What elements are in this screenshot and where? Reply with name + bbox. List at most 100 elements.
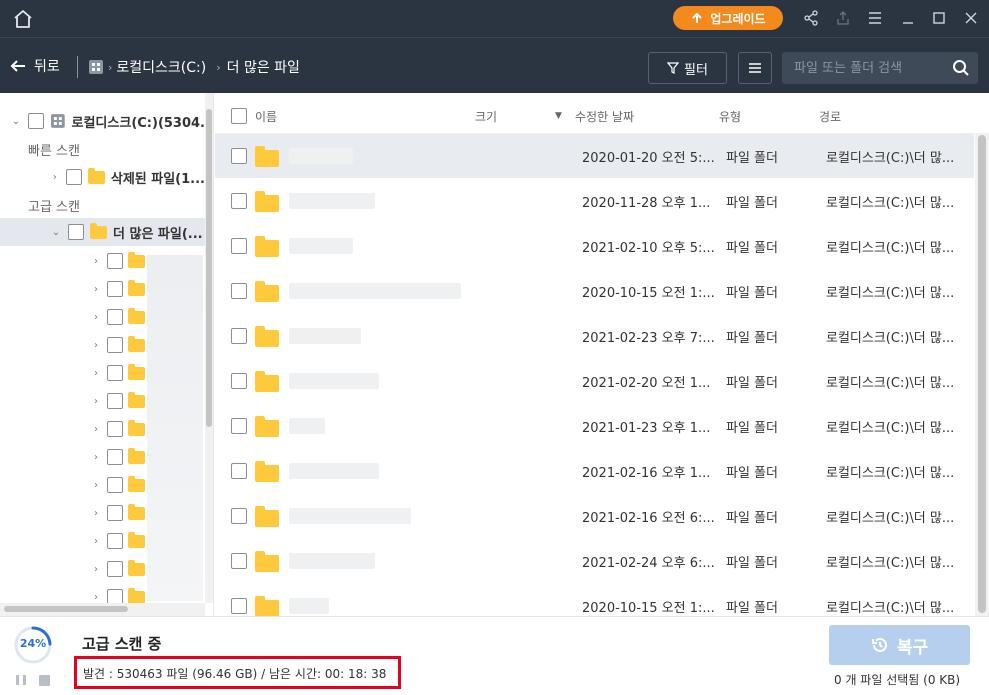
scrollbar-thumb[interactable] [978, 135, 986, 613]
row-checkbox[interactable] [231, 238, 247, 254]
chevron-right-icon[interactable]: › [90, 256, 102, 267]
chevron-right-icon[interactable]: › [90, 536, 102, 547]
chevron-right-icon[interactable]: › [90, 480, 102, 491]
scrollbar-thumb[interactable] [206, 109, 212, 427]
column-header-path[interactable]: 경로 [819, 108, 841, 125]
chevron-down-icon[interactable]: ⌄ [50, 227, 62, 238]
checkbox[interactable] [107, 421, 123, 437]
table-row[interactable]: 2021-02-16 오전 6:... 파일 폴더 로컬디스크(C:)\더 많.… [215, 493, 974, 538]
select-all-checkbox[interactable] [231, 108, 247, 124]
chevron-right-icon[interactable]: › [90, 396, 102, 407]
checkbox[interactable] [107, 393, 123, 409]
column-header-modified[interactable]: 수정한 날짜 [575, 108, 634, 125]
breadcrumb-item-more-files[interactable]: 더 많은 파일 [227, 57, 300, 77]
checkbox[interactable] [107, 253, 123, 269]
stop-icon[interactable] [39, 675, 50, 686]
chevron-right-icon[interactable]: › [90, 592, 102, 603]
sort-down-icon[interactable]: ▼ [555, 111, 562, 121]
column-header-type[interactable]: 유형 [719, 108, 741, 125]
blurred-file-name [289, 598, 329, 614]
row-checkbox[interactable] [231, 283, 247, 299]
table-row[interactable]: 2021-01-23 오후 1... 파일 폴더 로컬디스크(C:)\더 많..… [215, 403, 974, 448]
chevron-right-icon[interactable]: › [90, 284, 102, 295]
recover-button[interactable]: 복구 [829, 625, 970, 665]
chevron-right-icon[interactable]: › [90, 368, 102, 379]
row-checkbox[interactable] [231, 463, 247, 479]
checkbox[interactable] [65, 169, 82, 185]
cell-modified: 2020-01-20 오전 5:... [582, 151, 715, 166]
tree-item-more-files[interactable]: ⌄ 더 많은 파일(... [0, 218, 205, 246]
folder-icon [255, 281, 279, 302]
filter-button[interactable]: 필터 [648, 52, 727, 84]
close-icon[interactable] [963, 10, 979, 26]
checkbox[interactable] [107, 477, 123, 493]
checkbox[interactable] [107, 533, 123, 549]
minimize-icon[interactable] [900, 10, 916, 26]
search-icon[interactable] [952, 59, 970, 77]
table-row[interactable]: 2020-01-20 오전 5:... 파일 폴더 로컬디스크(C:)\더 많.… [215, 133, 974, 178]
checkbox[interactable] [107, 449, 123, 465]
chevron-right-icon[interactable]: › [90, 452, 102, 463]
row-checkbox[interactable] [231, 553, 247, 569]
chevron-right-icon[interactable]: › [90, 312, 102, 323]
cell-modified: 2020-10-15 오전 1:... [582, 601, 715, 616]
table-row[interactable]: 2021-02-10 오후 5:... 파일 폴더 로컬디스크(C:)\더 많.… [215, 223, 974, 268]
tree-item-root[interactable]: ⌄ 로컬디스크(C:)(5304. [0, 107, 205, 135]
chevron-right-icon[interactable]: › [50, 172, 60, 183]
table-row[interactable]: 2021-02-20 오전 1... 파일 폴더 로컬디스크(C:)\더 많..… [215, 358, 974, 403]
folder-tree: ⌄ 로컬디스크(C:)(5304. 빠른 스캔 › 삭제된 파일(1... 고급… [0, 93, 214, 616]
scrollbar-thumb[interactable] [4, 606, 128, 612]
list-vertical-scrollbar[interactable] [975, 133, 989, 616]
checkbox[interactable] [107, 365, 123, 381]
table-row[interactable]: 2021-02-23 오후 7:... 파일 폴더 로컬디스크(C:)\더 많.… [215, 313, 974, 358]
row-checkbox[interactable] [231, 508, 247, 524]
checkbox[interactable] [107, 561, 123, 577]
chevron-down-icon[interactable]: ⌄ [10, 116, 22, 127]
upgrade-button[interactable]: 업그레이드 [673, 6, 783, 30]
checkbox[interactable] [107, 337, 123, 353]
tree-horizontal-scrollbar[interactable] [0, 603, 205, 616]
export-icon[interactable] [835, 10, 851, 26]
view-menu-button[interactable] [738, 52, 772, 84]
back-button[interactable]: 뒤로 [10, 56, 60, 76]
row-checkbox[interactable] [231, 418, 247, 434]
table-row[interactable]: 2021-02-16 오후 1... 파일 폴더 로컬디스크(C:)\더 많..… [215, 448, 974, 493]
chevron-right-icon[interactable]: › [90, 340, 102, 351]
home-icon[interactable] [12, 8, 34, 30]
checkbox[interactable] [68, 224, 84, 240]
column-header-name[interactable]: 이름 [255, 108, 277, 125]
chevron-right-icon[interactable]: › [90, 424, 102, 435]
chevron-right-icon[interactable]: › [90, 508, 102, 519]
divider [77, 56, 78, 78]
checkbox[interactable] [107, 309, 123, 325]
row-checkbox[interactable] [231, 598, 247, 614]
table-row[interactable]: 2020-11-28 오후 1... 파일 폴더 로컬디스크(C:)\더 많..… [215, 178, 974, 223]
tree-vertical-scrollbar[interactable] [205, 93, 213, 603]
chevron-right-icon[interactable]: › [90, 564, 102, 575]
checkbox[interactable] [107, 281, 123, 297]
table-row[interactable]: 2020-10-15 오전 1:... 파일 폴더 로컬디스크(C:)\더 많.… [215, 268, 974, 313]
share-icon[interactable] [803, 10, 819, 26]
breadcrumb-item-drive[interactable]: 로컬디스크(C:) [116, 57, 206, 77]
cell-type: 파일 폴더 [726, 601, 778, 616]
folder-icon [128, 251, 145, 268]
tree-item-deleted-files[interactable]: › 삭제된 파일(1... [0, 163, 205, 191]
checkbox[interactable] [107, 505, 123, 521]
row-checkbox[interactable] [231, 373, 247, 389]
row-checkbox[interactable] [231, 193, 247, 209]
row-checkbox[interactable] [231, 328, 247, 344]
row-checkbox[interactable] [231, 148, 247, 164]
pause-icon[interactable] [15, 675, 27, 685]
column-header-size[interactable]: 크기 [475, 108, 497, 125]
table-row[interactable]: 2020-10-15 오전 1:... 파일 폴더 로컬디스크(C:)\더 많.… [215, 583, 974, 616]
maximize-icon[interactable] [931, 10, 947, 26]
checkbox[interactable] [27, 113, 44, 129]
tree-item-label: 더 많은 파일(... [113, 226, 203, 242]
search-input[interactable] [782, 52, 942, 84]
menu-icon[interactable] [867, 10, 883, 26]
table-row[interactable]: 2021-02-24 오후 6:... 파일 폴더 로컬디스크(C:)\더 많.… [215, 538, 974, 583]
cell-path: 로컬디스크(C:)\더 많... [826, 601, 955, 616]
folder-icon [255, 191, 279, 212]
filter-icon [667, 62, 680, 74]
cell-modified: 2021-02-20 오전 1... [582, 376, 711, 391]
